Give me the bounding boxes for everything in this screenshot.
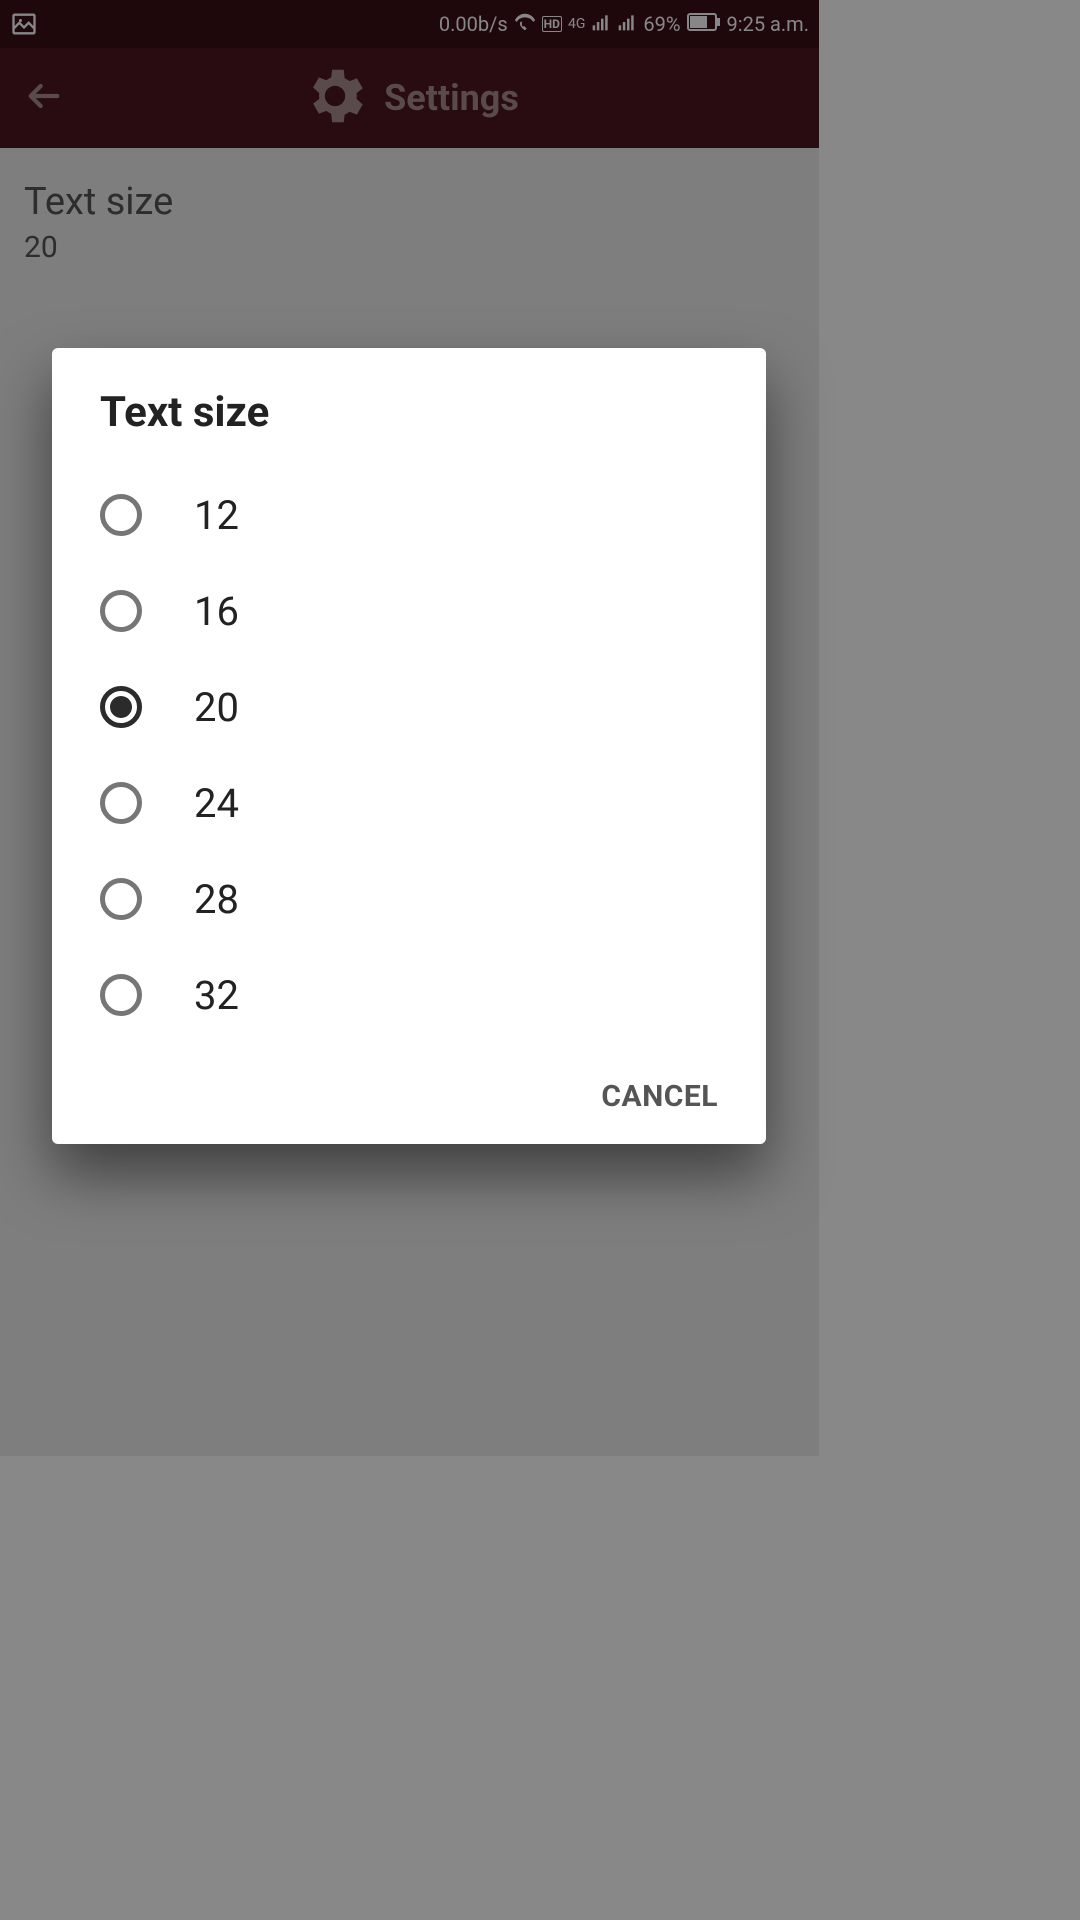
radio-label: 20 <box>194 684 239 731</box>
dialog-title: Text size <box>52 388 766 437</box>
radio-option-12[interactable]: 12 <box>52 467 766 563</box>
radio-icon <box>100 974 142 1016</box>
text-size-dialog: Text size 12 16 20 24 28 32 CANCEL <box>52 348 766 1144</box>
radio-icon <box>100 494 142 536</box>
radio-icon <box>100 878 142 920</box>
radio-label: 24 <box>194 780 239 827</box>
radio-option-24[interactable]: 24 <box>52 755 766 851</box>
radio-label: 28 <box>194 876 239 923</box>
radio-option-20[interactable]: 20 <box>52 659 766 755</box>
radio-icon <box>100 686 142 728</box>
radio-group: 12 16 20 24 28 32 <box>52 467 766 1043</box>
radio-icon <box>100 590 142 632</box>
dialog-actions: CANCEL <box>52 1061 766 1114</box>
radio-label: 32 <box>194 972 239 1019</box>
radio-option-28[interactable]: 28 <box>52 851 766 947</box>
radio-icon <box>100 782 142 824</box>
radio-label: 16 <box>194 588 239 635</box>
radio-option-16[interactable]: 16 <box>52 563 766 659</box>
radio-option-32[interactable]: 32 <box>52 947 766 1043</box>
cancel-button[interactable]: CANCEL <box>601 1079 718 1114</box>
radio-label: 12 <box>194 492 239 539</box>
